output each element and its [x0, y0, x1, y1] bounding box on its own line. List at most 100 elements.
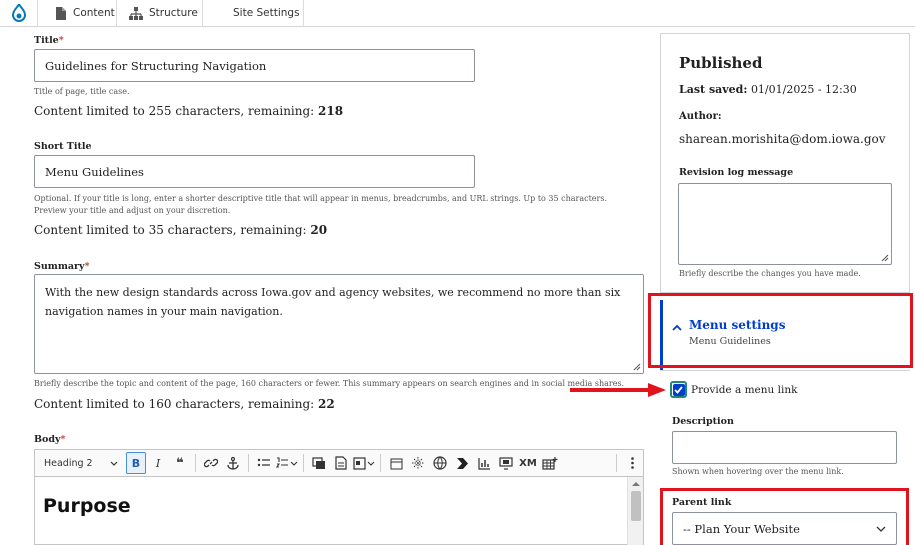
revision-log-label: Revision log message [679, 167, 794, 178]
anchor-button[interactable] [223, 452, 243, 474]
toolbar-structure-label: Structure [149, 7, 198, 19]
slideshow-icon [499, 456, 513, 470]
scroll-up-icon[interactable] [632, 481, 640, 486]
bulleted-list-icon [257, 458, 270, 467]
menu-description-input[interactable] [672, 431, 897, 464]
slideshow-button[interactable] [496, 452, 516, 474]
short-title-input-value: Menu Guidelines [45, 164, 144, 179]
media-icon [312, 456, 325, 469]
link-icon [204, 458, 218, 468]
last-saved: Last saved: 01/01/2025 - 12:30 [679, 83, 857, 96]
file-icon [53, 6, 67, 20]
checkbox-checked-mark [672, 383, 685, 396]
embed-icon [353, 456, 375, 470]
toolbar-separator [195, 454, 196, 472]
calendar-icon [390, 458, 402, 469]
blockquote-button[interactable]: ❝ [170, 452, 190, 474]
title-input[interactable]: Guidelines for Structuring Navigation [34, 49, 475, 82]
editor-toolbar: Heading 2 B I ❝ XM [34, 449, 644, 477]
provide-menu-link-label[interactable]: Provide a menu link [691, 384, 797, 396]
calendar-button[interactable] [386, 452, 406, 474]
sparkle-icon [412, 457, 424, 469]
toolbar-separator [303, 454, 304, 472]
title-limit-text: Content limited to 255 characters, remai… [34, 104, 319, 118]
toolbar-site-settings-label: Site Settings [233, 7, 300, 19]
chart-button[interactable] [474, 452, 494, 474]
toolbar-content[interactable]: Content [39, 0, 117, 26]
resize-grip-icon[interactable] [633, 363, 641, 371]
title-input-value: Guidelines for Structuring Navigation [45, 58, 267, 73]
toolbar-content-label: Content [73, 7, 115, 19]
required-marker: * [60, 434, 66, 445]
admin-toolbar: Content Structure Site Settings [0, 0, 915, 27]
body-editor[interactable]: Purpose [34, 477, 644, 545]
checkmark-icon [674, 385, 683, 394]
document-icon [335, 456, 347, 470]
numbered-list-button[interactable] [276, 452, 298, 474]
author-label: Author: [679, 111, 722, 122]
short-title-char-limit: Content limited to 35 characters, remain… [34, 223, 327, 237]
summary-label-text: Summary [34, 261, 85, 272]
required-marker: * [58, 35, 64, 46]
summary-textarea-value: With the new design standards across Iow… [45, 286, 621, 318]
toolbar-separator [616, 454, 617, 472]
media-button[interactable] [309, 452, 329, 474]
revision-log-textarea[interactable] [678, 183, 892, 265]
menu-description-help: Shown when hovering over the menu link. [672, 467, 844, 476]
bulleted-list-button[interactable] [254, 452, 274, 474]
toolbar-structure[interactable]: Structure [117, 0, 203, 26]
document-button[interactable] [331, 452, 351, 474]
title-char-limit: Content limited to 255 characters, remai… [34, 104, 343, 118]
summary-textarea[interactable]: With the new design standards across Iow… [34, 274, 644, 374]
short-title-limit-text: Content limited to 35 characters, remain… [34, 223, 311, 237]
annotation-arrow-icon [570, 383, 666, 397]
arrow-button[interactable] [452, 452, 472, 474]
highlight-menu-settings [648, 293, 913, 368]
short-title-help: Optional. If your title is long, enter a… [34, 194, 608, 215]
title-help: Title of page, title case. [34, 87, 130, 96]
arrow-icon [456, 457, 468, 469]
more-options-button[interactable] [622, 452, 642, 474]
table-icon [542, 456, 558, 470]
toolbar-spacer [304, 0, 915, 26]
body-content-heading[interactable]: Purpose [43, 495, 131, 517]
drupal-logo-icon[interactable] [0, 0, 38, 26]
chart-icon [477, 457, 490, 470]
author-value: sharean.morishita@dom.iowa.gov [679, 132, 886, 146]
body-label-text: Body [34, 434, 61, 445]
resize-grip-icon[interactable] [881, 254, 889, 262]
summary-char-limit: Content limited to 160 characters, remai… [34, 397, 335, 411]
publish-status: Published [679, 54, 763, 72]
xml-button[interactable]: XM [518, 452, 538, 474]
bold-button[interactable]: B [126, 452, 146, 474]
link-button[interactable] [201, 452, 221, 474]
panel-divider [660, 370, 910, 371]
summary-remaining: 22 [318, 397, 335, 411]
italic-button[interactable]: I [148, 452, 168, 474]
last-saved-label: Last saved: [679, 83, 748, 96]
last-saved-value: 01/01/2025 - 12:30 [750, 83, 857, 96]
summary-help: Briefly describe the topic and content o… [34, 379, 625, 388]
title-label: Title* [34, 35, 64, 46]
globe-button[interactable] [430, 452, 450, 474]
menu-description-label: Description [672, 416, 734, 427]
editor-scrollbar[interactable] [627, 477, 643, 545]
heading-select-value: Heading 2 [44, 457, 93, 469]
toolbar-site-settings[interactable]: Site Settings [203, 0, 304, 26]
insert-table-button[interactable] [540, 452, 560, 474]
short-title-input[interactable]: Menu Guidelines [34, 155, 475, 188]
summary-label: Summary* [34, 261, 90, 272]
publish-meta-panel: Published Last saved: 01/01/2025 - 12:30… [660, 33, 910, 293]
accordion-button[interactable] [408, 452, 428, 474]
anchor-icon [227, 456, 239, 470]
provide-menu-link-checkbox[interactable] [670, 381, 687, 398]
kebab-icon [630, 457, 634, 469]
required-marker: * [84, 261, 90, 272]
summary-limit-text: Content limited to 160 characters, remai… [34, 397, 319, 411]
heading-select[interactable]: Heading 2 [36, 452, 124, 474]
embed-button[interactable] [353, 452, 375, 474]
short-title-remaining: 20 [310, 223, 328, 237]
toolbar-separator [248, 454, 249, 472]
globe-icon [433, 456, 447, 470]
scroll-thumb[interactable] [631, 491, 641, 521]
